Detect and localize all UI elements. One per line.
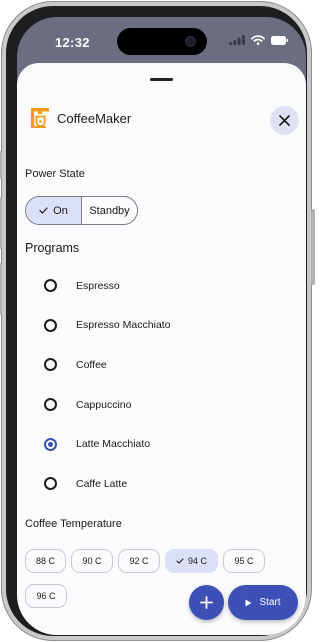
power-standby-option[interactable]: Standby [82,197,137,224]
radio-button[interactable] [44,318,57,332]
program-label: Espresso Macchiato [76,319,171,332]
program-item-latte-macchiato[interactable]: Latte Macchiato [17,424,306,464]
temp-chip-label: 95 C [234,556,254,566]
program-label: Latte Macchiato [76,438,151,451]
status-bar: 12:32 [17,17,306,65]
power-on-option[interactable]: On [26,197,82,224]
radio-button-selected[interactable] [44,437,57,451]
temp-chip-label: 92 C [129,556,149,566]
drag-handle[interactable] [150,78,173,81]
program-item-caffe-latte[interactable]: Caffe Latte [17,464,306,504]
power-standby-label: Standby [89,204,130,217]
app-header: CoffeeMaker [29,106,299,136]
power-state-label: Power State [25,168,85,180]
temp-chip-label: 94 C [187,556,207,566]
temp-chip-92[interactable]: 92 C [118,549,160,573]
program-label: Caffe Latte [76,477,128,490]
power-on-label: On [53,204,68,217]
app-title: CoffeeMaker [57,111,132,126]
program-label: Cappuccino [76,398,132,411]
start-button[interactable]: Start [228,585,298,620]
temp-chip-94[interactable]: 94 C [165,549,218,573]
side-button [0,151,2,179]
check-icon [39,207,48,214]
radio-button[interactable] [44,398,57,412]
program-item-cappuccino[interactable]: Cappuccino [17,385,306,425]
bottom-sheet: CoffeeMaker Power State On Standby Progr… [17,63,306,635]
radio-button[interactable] [44,358,57,372]
program-label: Coffee [76,358,107,371]
program-item-espresso-macchiato[interactable]: Espresso Macchiato [17,306,306,346]
close-button[interactable] [270,106,299,135]
battery-icon [271,35,288,45]
phone-frame: 12:32 CoffeeMaker Power State On Standby… [0,1,315,641]
add-button[interactable] [189,585,224,620]
phone-bezel: 12:32 CoffeeMaker Power State On Standby… [6,6,307,636]
coffee-maker-icon [31,108,49,128]
coffee-temperature-label: Coffee Temperature [25,518,122,530]
start-label: Start [259,597,281,608]
temp-chip-label: 90 C [82,556,102,566]
temp-chip-96[interactable]: 96 C [25,584,67,608]
play-icon [245,599,252,606]
temp-chip-88[interactable]: 88 C [25,549,66,573]
screen: 12:32 CoffeeMaker Power State On Standby… [17,17,306,635]
program-item-espresso[interactable]: Espresso [17,266,306,306]
check-icon [176,558,184,564]
plus-icon [200,596,213,609]
close-icon [279,115,290,126]
status-icons [229,35,288,45]
wifi-icon [251,35,265,45]
programs-label: Programs [25,241,80,255]
temp-chip-90[interactable]: 90 C [71,549,113,573]
side-button [311,209,315,285]
radio-button[interactable] [44,477,57,491]
side-button [0,263,2,315]
program-item-coffee[interactable]: Coffee [17,345,306,385]
temp-chip-95[interactable]: 95 C [223,549,265,573]
side-button [0,197,2,249]
radio-button[interactable] [44,279,57,293]
program-list: Espresso Espresso Macchiato Coffee Cappu… [17,266,306,504]
temp-chip-label: 88 C [35,556,55,566]
camera-icon [185,36,196,47]
power-state-toggle: On Standby [25,196,138,225]
signal-icon [229,35,245,45]
program-label: Espresso [76,279,120,292]
temp-chip-label: 96 C [36,591,56,601]
dynamic-island [117,28,207,55]
status-time: 12:32 [55,35,90,50]
